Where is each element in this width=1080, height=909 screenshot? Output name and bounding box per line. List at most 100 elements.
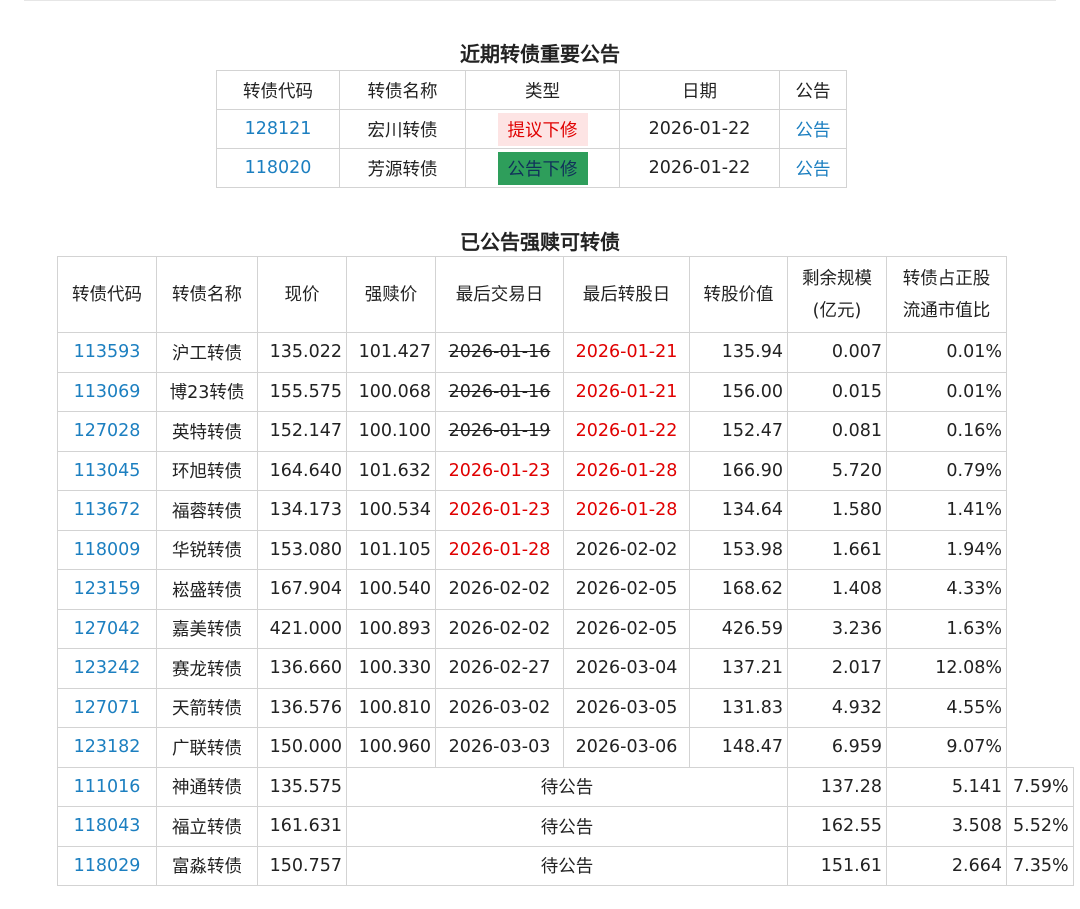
type-badge: 公告下修 bbox=[497, 151, 588, 185]
conversion-value-cell: 168.62 bbox=[689, 569, 788, 610]
last-trade-date: 2026-01-23 bbox=[448, 460, 551, 481]
last-convert-date: 2026-01-21 bbox=[575, 342, 678, 363]
bond-code-cell[interactable]: 123242 bbox=[57, 648, 157, 689]
bond-code-cell[interactable]: 127028 bbox=[57, 411, 157, 452]
notice-cell[interactable]: 公告 bbox=[779, 109, 847, 149]
bond-code-link[interactable]: 118043 bbox=[74, 816, 141, 836]
header-cell: 转债代码 bbox=[57, 256, 157, 333]
conversion-value-cell: 153.98 bbox=[689, 529, 788, 570]
table-row: 113672 福蓉转债 134.173 100.534 2026-01-23 2026-0… bbox=[57, 490, 1074, 531]
price-cell: 134.173 bbox=[257, 490, 347, 531]
price-cell: 421.000 bbox=[257, 608, 347, 649]
last-convert-date: 2026-03-06 bbox=[575, 737, 678, 758]
price-cell: 164.640 bbox=[257, 450, 347, 491]
bond-code-link[interactable]: 123159 bbox=[74, 579, 141, 599]
header-cell: 转债代码 bbox=[216, 70, 340, 110]
bond-code-link[interactable]: 118009 bbox=[74, 540, 141, 560]
bond-code-cell[interactable]: 128121 bbox=[216, 109, 340, 149]
bond-code-cell[interactable]: 113045 bbox=[57, 450, 157, 491]
bond-code-cell[interactable]: 123182 bbox=[57, 727, 157, 768]
type-cell: 公告下修 bbox=[465, 148, 620, 188]
header-cell: 公告 bbox=[779, 70, 847, 110]
header-cell: 现价 bbox=[257, 256, 347, 333]
bond-code-cell[interactable]: 113672 bbox=[57, 490, 157, 531]
bond-code-link[interactable]: 111016 bbox=[74, 777, 141, 797]
bond-code-link[interactable]: 113045 bbox=[74, 461, 141, 481]
table-row: 127028 英特转债 152.147 100.100 2026-01-19 2026-0… bbox=[57, 411, 1074, 452]
bond-name-cell: 芳源转债 bbox=[339, 148, 466, 188]
conversion-value-cell: 137.28 bbox=[787, 766, 887, 807]
bond-code-link[interactable]: 127071 bbox=[74, 698, 141, 718]
bond-code-link[interactable]: 113593 bbox=[74, 342, 141, 362]
table-row: 118029 富淼转债 150.757 待公告 151.61 2.664 7.35% bbox=[57, 845, 1074, 886]
table-row: 127071 天箭转债 136.576 100.810 2026-03-02 2026-0… bbox=[57, 687, 1074, 728]
bond-code-cell[interactable]: 118009 bbox=[57, 529, 157, 570]
last-convert-date: 2026-02-05 bbox=[575, 618, 678, 639]
last-trade-date-cell: 2026-01-23 bbox=[435, 450, 564, 491]
bond-code-cell[interactable]: 118020 bbox=[216, 148, 340, 188]
bond-code-cell[interactable]: 118029 bbox=[57, 845, 157, 886]
bond-name-cell: 博23转债 bbox=[156, 371, 258, 412]
date-cell: 2026-01-22 bbox=[619, 148, 780, 188]
last-trade-date: 2026-02-27 bbox=[448, 658, 551, 679]
last-convert-date-cell: 2026-03-06 bbox=[563, 727, 690, 768]
remaining-size-cell: 5.141 bbox=[886, 766, 1007, 807]
date-cell: 2026-01-22 bbox=[619, 109, 780, 149]
table-row: 118009 华锐转债 153.080 101.105 2026-01-28 2026-0… bbox=[57, 529, 1074, 570]
redeem-price-cell: 100.960 bbox=[346, 727, 436, 768]
bond-code-link[interactable]: 118029 bbox=[74, 856, 141, 876]
bond-name-cell: 广联转债 bbox=[156, 727, 258, 768]
bond-name-cell: 英特转债 bbox=[156, 411, 258, 452]
bond-code-cell[interactable]: 127042 bbox=[57, 608, 157, 649]
notice-cell[interactable]: 公告 bbox=[779, 148, 847, 188]
bond-code-cell[interactable]: 113593 bbox=[57, 332, 157, 373]
last-trade-date-cell: 2026-03-03 bbox=[435, 727, 564, 768]
bond-code-link[interactable]: 113069 bbox=[74, 382, 141, 402]
bond-code-cell[interactable]: 111016 bbox=[57, 766, 157, 807]
last-convert-date-cell: 2026-01-28 bbox=[563, 450, 690, 491]
bond-name-cell: 神通转债 bbox=[156, 766, 258, 807]
redeem-price-cell: 100.893 bbox=[346, 608, 436, 649]
table-row: 127042 嘉美转债 421.000 100.893 2026-02-02 2026-0… bbox=[57, 608, 1074, 649]
bond-code-link[interactable]: 123242 bbox=[74, 658, 141, 678]
last-trade-date: 2026-01-16 bbox=[448, 381, 551, 402]
price-cell: 152.147 bbox=[257, 411, 347, 452]
bond-code-cell[interactable]: 118043 bbox=[57, 806, 157, 847]
market-cap-ratio-cell: 1.41% bbox=[886, 490, 1007, 531]
bond-code-link[interactable]: 127028 bbox=[74, 421, 141, 441]
redeem-price-cell: 101.105 bbox=[346, 529, 436, 570]
bond-code-link[interactable]: 123182 bbox=[74, 737, 141, 757]
last-convert-date: 2026-03-04 bbox=[575, 658, 678, 679]
price-cell: 167.904 bbox=[257, 569, 347, 610]
redeem-price-cell: 100.810 bbox=[346, 687, 436, 728]
market-cap-ratio-cell: 4.33% bbox=[886, 569, 1007, 610]
bond-code-link[interactable]: 127042 bbox=[74, 619, 141, 639]
header-cell: 转债名称 bbox=[156, 256, 258, 333]
bond-code-link[interactable]: 113672 bbox=[74, 500, 141, 520]
market-cap-ratio-cell: 1.63% bbox=[886, 608, 1007, 649]
conversion-value-cell: 151.61 bbox=[787, 845, 887, 886]
conversion-value-cell: 134.64 bbox=[689, 490, 788, 531]
bond-code-cell[interactable]: 123159 bbox=[57, 569, 157, 610]
last-convert-date-cell: 2026-01-21 bbox=[563, 371, 690, 412]
pending-cell: 待公告 bbox=[346, 845, 788, 886]
notice-link[interactable]: 公告 bbox=[796, 160, 831, 180]
bond-name-cell: 赛龙转债 bbox=[156, 648, 258, 689]
last-convert-date: 2026-01-21 bbox=[575, 381, 678, 402]
bond-code-link[interactable]: 128121 bbox=[245, 119, 312, 139]
redeem-price-cell: 100.068 bbox=[346, 371, 436, 412]
last-convert-date-cell: 2026-01-22 bbox=[563, 411, 690, 452]
redeem-price-cell: 101.427 bbox=[346, 332, 436, 373]
last-convert-date: 2026-03-05 bbox=[575, 697, 678, 718]
last-convert-date: 2026-02-02 bbox=[575, 539, 678, 560]
price-cell: 135.575 bbox=[257, 766, 347, 807]
header-cell: 转股价值 bbox=[689, 256, 788, 333]
remaining-size-cell: 0.015 bbox=[787, 371, 887, 412]
notice-link[interactable]: 公告 bbox=[796, 121, 831, 141]
bond-code-link[interactable]: 118020 bbox=[245, 158, 312, 178]
last-trade-date: 2026-03-03 bbox=[448, 737, 551, 758]
bond-code-cell[interactable]: 127071 bbox=[57, 687, 157, 728]
redeem-price-cell: 100.540 bbox=[346, 569, 436, 610]
conversion-value-cell: 148.47 bbox=[689, 727, 788, 768]
bond-code-cell[interactable]: 113069 bbox=[57, 371, 157, 412]
